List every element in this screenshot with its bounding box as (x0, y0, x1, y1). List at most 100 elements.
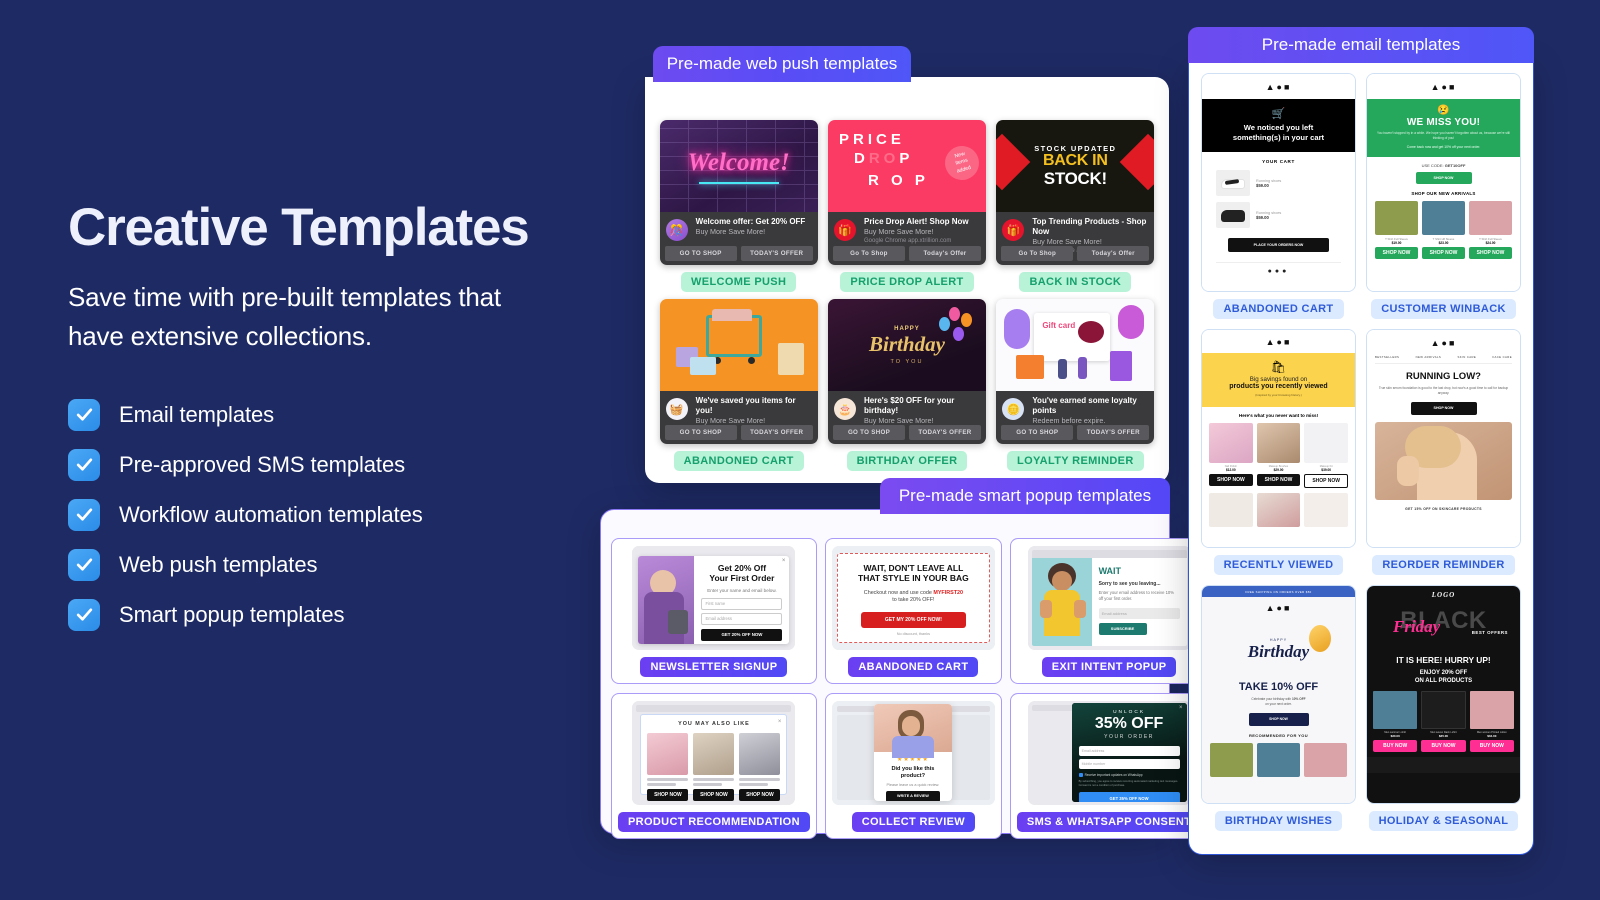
push-subtitle: Redeem before expire. (1032, 416, 1106, 425)
push-notification-body: 🎁 Top Trending Products - Shop Now Buy Mor… (996, 212, 1155, 265)
push-title: Top Trending Products - Shop Now (1032, 217, 1147, 236)
feature-checklist: Email templates Pre-approved SMS template… (68, 398, 608, 631)
web-push-template-card[interactable]: 🧺 We've saved you items for you! Buy More … (659, 299, 818, 471)
brand-shapes-icon: ▲●■ (1430, 337, 1457, 348)
email-template-card[interactable]: FREE SHIPPING ON ORDERS OVER $50 ▲●■ HAP… (1200, 585, 1357, 831)
web-push-thumbnail[interactable]: Gift card 🪙 You've earned some loyalty po… (996, 299, 1155, 444)
push-notification-body: 🎁 Price Drop Alert! Shop Now Buy More Save… (827, 212, 986, 265)
web-push-template-card[interactable]: HAPPY Birthday TO YOU 🎂 Here's $20 OFF fo… (827, 299, 986, 471)
push-hero-art: HAPPY Birthday TO YOU (827, 299, 986, 391)
email-thumbnail[interactable]: ▲●■ BESTSELLERS NEW ARRIVALS SKIN CARE FACE… (1366, 329, 1521, 548)
push-action-secondary[interactable]: TODAY'S OFFER (908, 425, 981, 440)
web-push-template-card[interactable]: STOCK UPDATED BACK IN STOCK! 🎁 Top Trendi… (996, 120, 1155, 292)
smart-popup-template-card[interactable]: YOU MAY ALSO LIKE × SHOP NOW SHOP NOW SH… (611, 693, 817, 839)
push-action-primary[interactable]: GO TO SHOP (664, 425, 737, 440)
push-hero-art: PRICE DROP R O P New items added (827, 120, 986, 212)
email-template-card[interactable]: ▲●■ 🛒 We noticed you left something(s) in… (1200, 73, 1357, 319)
push-action-primary[interactable]: Go To Shop (832, 246, 905, 261)
push-action-secondary[interactable]: TODAY'S OFFER (1077, 425, 1150, 440)
template-tag: BACK IN STOCK (1019, 272, 1132, 292)
🎁-icon: 🎁 (833, 219, 856, 241)
email-thumbnail[interactable]: FREE SHIPPING ON ORDERS OVER $50 ▲●■ HAP… (1201, 585, 1356, 804)
email-thumbnail[interactable]: ▲●■ 🛒 We noticed you left something(s) in… (1201, 73, 1356, 292)
push-action-secondary[interactable]: Today's Offer (1077, 246, 1150, 261)
push-notification-body: 🎊 Welcome offer: Get 20% OFF Buy More Save… (659, 212, 818, 265)
push-notification-body: 🎂 Here's $20 OFF for your birthday! Buy Mo… (827, 391, 986, 444)
🪙-icon: 🪙 (1002, 398, 1025, 420)
template-tag: ABANDONED CART (1213, 299, 1344, 319)
smart-popup-thumbnail[interactable]: YOU MAY ALSO LIKE × SHOP NOW SHOP NOW SH… (632, 701, 796, 805)
web-push-panel: Pre-made web push templates Welcome! 🎊 We… (645, 46, 1169, 483)
smart-popup-thumbnail[interactable]: WAIT, DON'T LEAVE ALL THAT STYLE IN YOUR … (831, 546, 995, 650)
push-notification-body: 🧺 We've saved you items for you! Buy More … (659, 391, 818, 444)
push-subtitle: Buy More Save More! (695, 227, 766, 236)
checklist-item: Pre-approved SMS templates (68, 448, 608, 481)
web-push-thumbnail[interactable]: STOCK UPDATED BACK IN STOCK! 🎁 Top Trendi… (996, 120, 1155, 265)
web-push-grid: Welcome! 🎊 Welcome offer: Get 20% OFF Buy … (659, 120, 1155, 471)
template-tag: REORDER REMINDER (1372, 555, 1515, 575)
email-template-card[interactable]: ▲●■ BESTSELLERS NEW ARRIVALS SKIN CARE FACE… (1365, 329, 1522, 575)
template-tag: BIRTHDAY WISHES (1214, 811, 1343, 831)
email-template-card[interactable]: ▲●■ 🛍 Big savings found on products you … (1200, 329, 1357, 575)
push-title: Here's $20 OFF for your birthday! (863, 396, 955, 415)
push-hero-art (659, 299, 818, 391)
template-tag: EXIT INTENT POPUP (1041, 657, 1177, 677)
hero-subtitle: Save time with pre-built templates that … (68, 281, 501, 352)
push-action-primary[interactable]: GO TO SHOP (1001, 425, 1074, 440)
push-source: Google Chrome app.xtrillion.com (863, 238, 952, 245)
email-thumbnail[interactable]: ▲●■ 😢 WE MISS YOU! You haven't stopped b… (1366, 73, 1521, 292)
push-action-secondary[interactable]: TODAY'S OFFER (740, 425, 813, 440)
checklist-item-label: Workflow automation templates (119, 501, 423, 527)
email-thumbnail[interactable]: ▲●■ 🛍 Big savings found on products you … (1201, 329, 1356, 548)
push-action-primary[interactable]: Go To Shop (1001, 246, 1074, 261)
checklist-item-label: Pre-approved SMS templates (119, 451, 405, 477)
email-template-card[interactable]: ▲●■ 😢 WE MISS YOU! You haven't stopped b… (1365, 73, 1522, 319)
push-action-secondary[interactable]: TODAY'S OFFER (740, 246, 813, 261)
web-push-template-card[interactable]: PRICE DROP R O P New items added 🎁 Price Dro… (827, 120, 986, 292)
smart-popup-template-card[interactable]: WAIT, DON'T LEAVE ALL THAT STYLE IN YOUR … (824, 538, 1002, 684)
smart-popup-panel-body: × Get 20% Off Your First Order Enter your… (600, 509, 1209, 839)
email-grid: ▲●■ 🛒 We noticed you left something(s) in… (1200, 73, 1522, 831)
smart-popup-thumbnail[interactable]: × Get 20% Off Your First Order Enter your… (632, 546, 796, 650)
smart-popup-template-card[interactable]: × UNLOCK 35% OFF YOUR ORDER Email addres… (1009, 693, 1209, 839)
template-tag: BIRTHDAY OFFER (846, 451, 968, 471)
brand-shapes-icon: ▲●■ (1265, 336, 1292, 347)
push-subtitle: Buy More Save More! (695, 416, 766, 425)
page-root: Creative Templates Save time with pre-bu… (0, 0, 1600, 900)
push-subtitle: Buy More Save More! (1032, 237, 1102, 246)
push-action-primary[interactable]: GO TO SHOP (664, 246, 737, 261)
push-title: We've saved you items for you! (695, 396, 796, 415)
hero-section: Creative Templates Save time with pre-bu… (68, 200, 608, 631)
🎁-icon: 🎁 (1002, 219, 1025, 241)
template-tag: SMS & WHATSAPP CONSENT (1016, 812, 1202, 832)
web-push-thumbnail[interactable]: Welcome! 🎊 Welcome offer: Get 20% OFF Buy … (659, 120, 818, 265)
smart-popup-thumbnail[interactable]: ★★★★★ Did you like this product? Please l… (831, 701, 995, 805)
brand-shapes-icon: ▲●■ (1265, 603, 1292, 613)
push-action-secondary[interactable]: Today's Offer (908, 246, 981, 261)
smart-popup-template-card[interactable]: ★★★★★ Did you like this product? Please l… (824, 693, 1002, 839)
smart-popup-thumbnail[interactable]: × UNLOCK 35% OFF YOUR ORDER Email addres… (1027, 701, 1191, 805)
brand-shapes-icon: ▲●■ (1265, 81, 1292, 92)
smart-popup-template-card[interactable]: × Get 20% Off Your First Order Enter your… (611, 538, 817, 684)
web-push-template-card[interactable]: Gift card 🪙 You've earned some loyalty po… (996, 299, 1155, 471)
web-push-thumbnail[interactable]: 🧺 We've saved you items for you! Buy More … (659, 299, 818, 444)
checklist-item-label: Smart popup templates (119, 601, 345, 627)
web-push-template-card[interactable]: Welcome! 🎊 Welcome offer: Get 20% OFF Buy … (659, 120, 818, 292)
web-push-panel-body: Welcome! 🎊 Welcome offer: Get 20% OFF Buy … (645, 77, 1169, 483)
template-tag: HOLIDAY & SEASONAL (1368, 811, 1519, 831)
smart-popup-template-card[interactable]: WAIT Sorry to see you leaving... Enter y… (1009, 538, 1209, 684)
smart-popup-thumbnail[interactable]: WAIT Sorry to see you leaving... Enter y… (1027, 546, 1191, 650)
email-thumbnail[interactable]: LOGO BLACK Friday BEST OFFERS IT IS HERE… (1366, 585, 1521, 804)
smart-popup-panel: Pre-made smart popup templates × Get 20%… (600, 478, 1209, 839)
push-title: Price Drop Alert! Shop Now (863, 217, 969, 226)
checklist-item-label: Web push templates (119, 551, 318, 577)
push-action-primary[interactable]: GO TO SHOP (832, 425, 905, 440)
push-hero-art: STOCK UPDATED BACK IN STOCK! (996, 120, 1155, 212)
email-panel: Pre-made email templates ▲●■ 🛒 We notice… (1188, 27, 1534, 855)
email-template-card[interactable]: LOGO BLACK Friday BEST OFFERS IT IS HERE… (1365, 585, 1522, 831)
web-push-thumbnail[interactable]: PRICE DROP R O P New items added 🎁 Price Dro… (827, 120, 986, 265)
close-icon: × (781, 558, 786, 564)
web-push-thumbnail[interactable]: HAPPY Birthday TO YOU 🎂 Here's $20 OFF fo… (827, 299, 986, 444)
checklist-item: Email templates (68, 398, 608, 431)
🧺-icon: 🧺 (665, 398, 688, 420)
